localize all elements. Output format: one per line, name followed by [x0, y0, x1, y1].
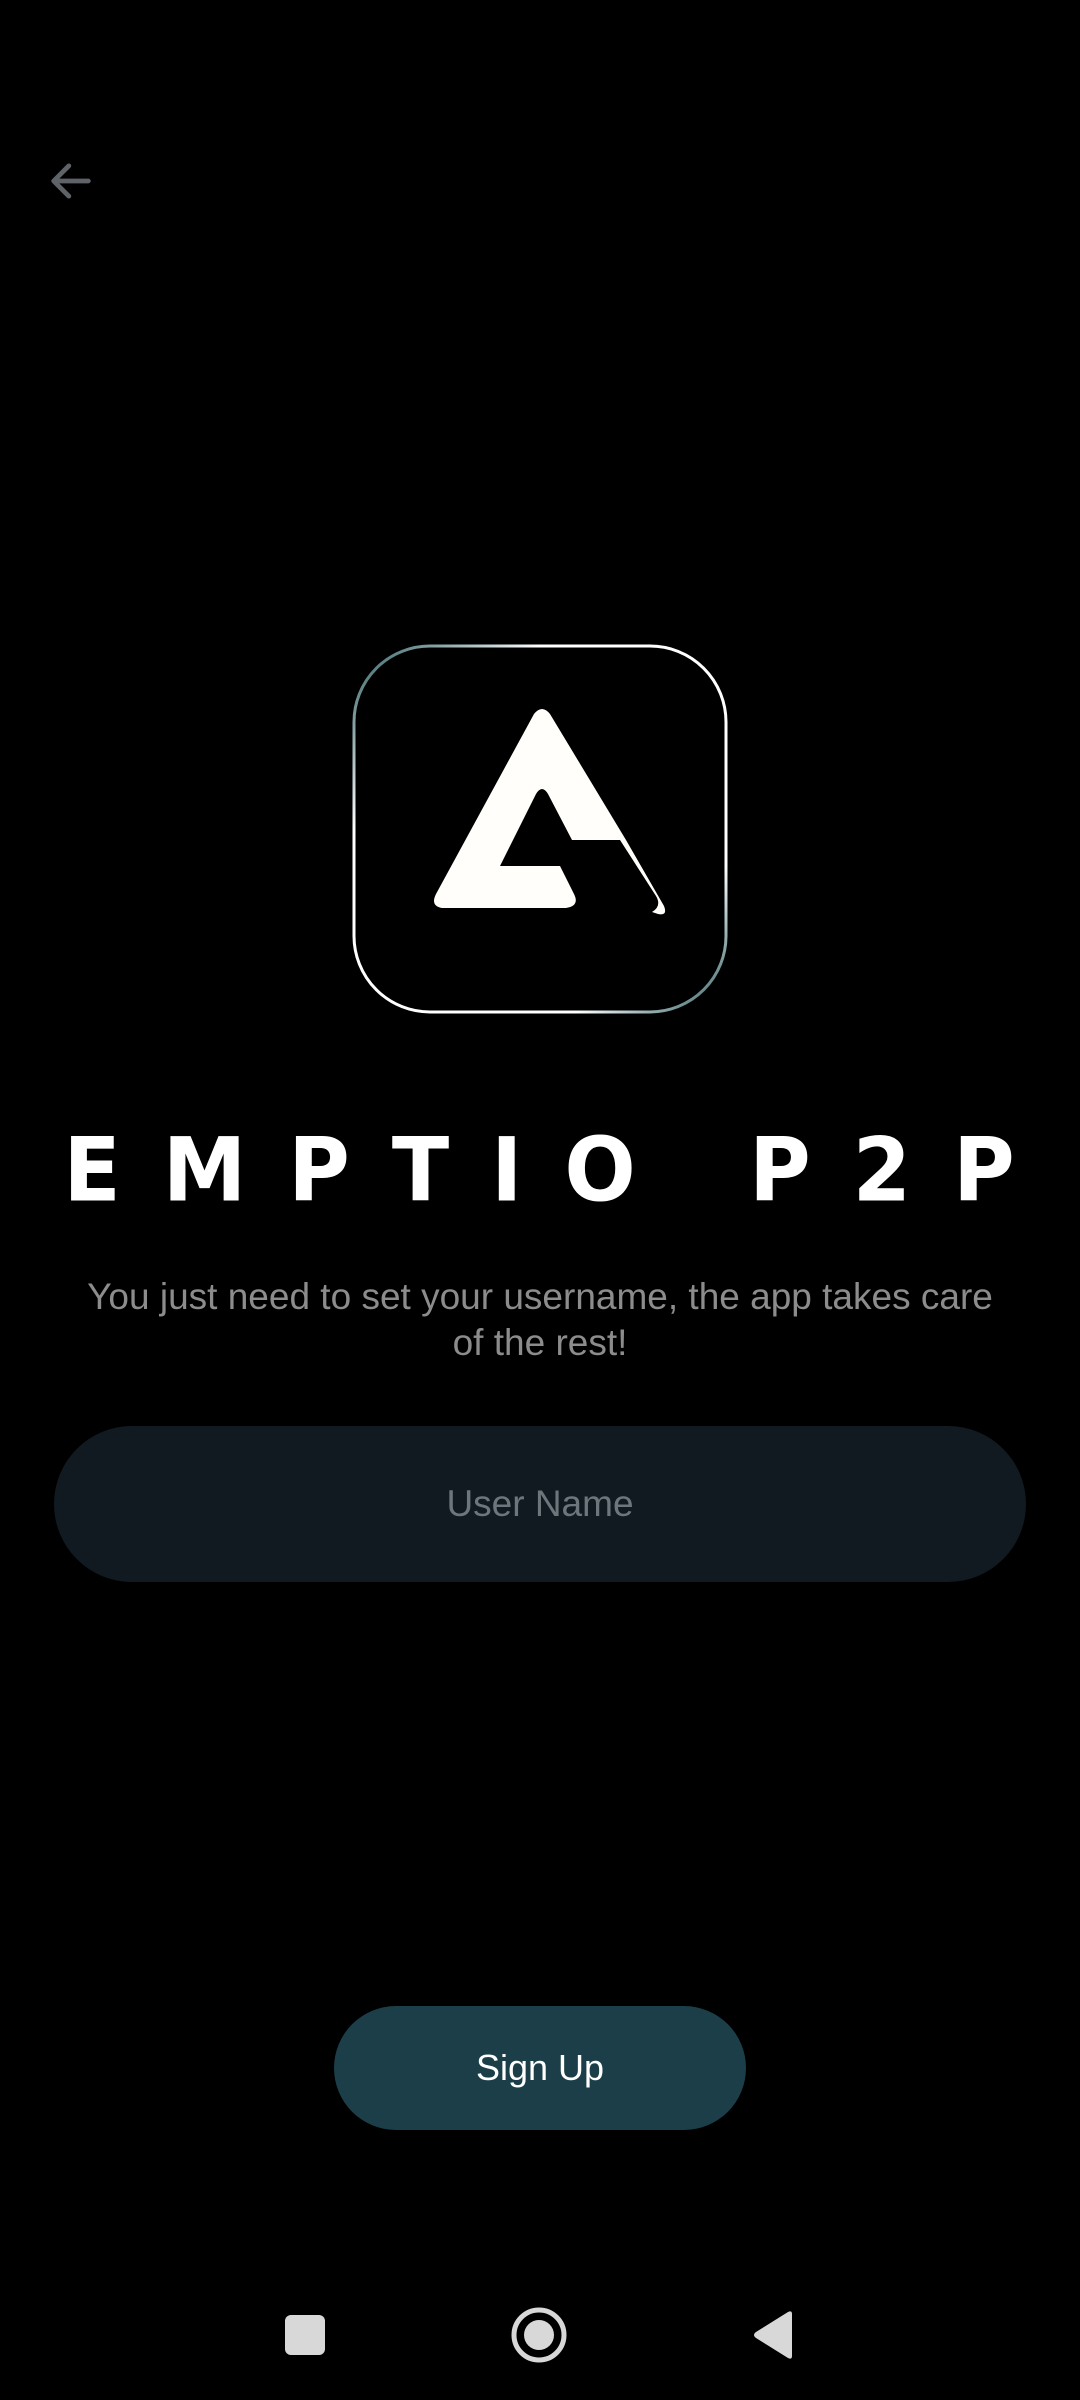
- circle-home-icon: [511, 2307, 567, 2363]
- system-back-button[interactable]: [718, 2280, 828, 2390]
- username-input[interactable]: [54, 1426, 1026, 1582]
- app-logo-triangle-icon: [352, 644, 728, 1014]
- arrow-left-icon: [51, 163, 91, 199]
- home-button[interactable]: [484, 2280, 594, 2390]
- back-button[interactable]: [36, 146, 106, 216]
- app-logo: [352, 644, 730, 1014]
- square-icon: [285, 2315, 325, 2355]
- subtitle-text: You just need to set your username, the …: [87, 1276, 993, 1363]
- sign-up-button[interactable]: Sign Up: [334, 2006, 746, 2130]
- sign-up-label: Sign Up: [475, 2047, 605, 2088]
- recents-button[interactable]: [250, 2280, 360, 2390]
- system-navigation-bar: [0, 2280, 1080, 2390]
- app-title: EMPTIO P2P: [63, 1118, 1057, 1222]
- triangle-back-icon: [754, 2311, 792, 2359]
